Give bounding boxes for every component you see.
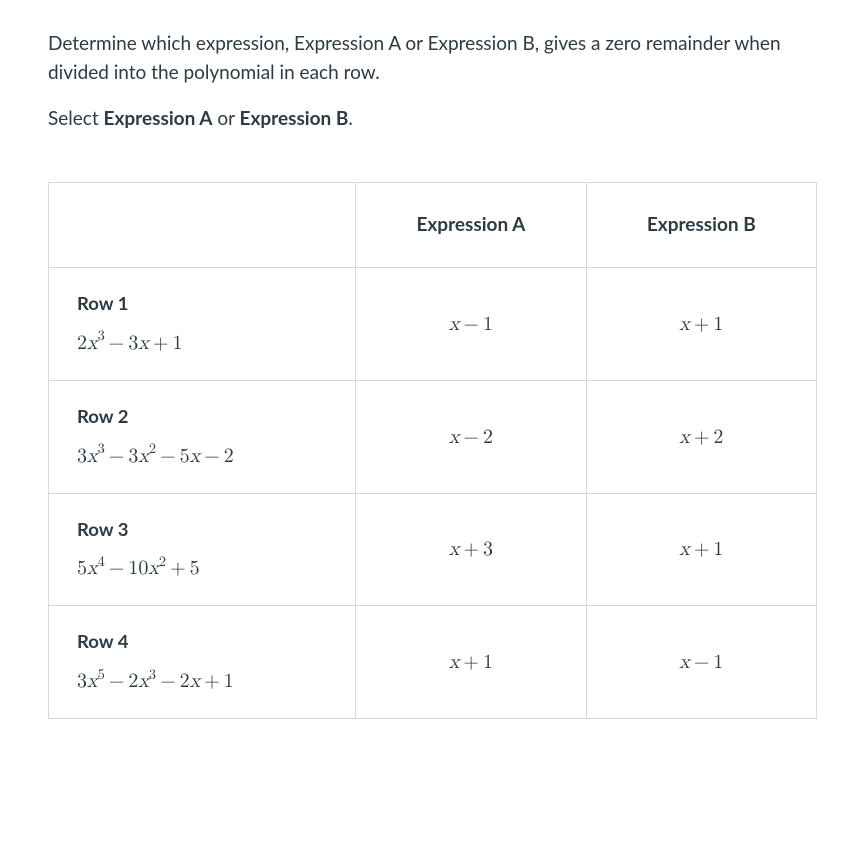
expression-b: x+2 (679, 427, 723, 447)
row-label: Row 3 (77, 516, 327, 544)
expression-b-cell[interactable]: x+1 (586, 493, 816, 606)
row-label-cell: Row 2 3x3−3x2−5x−2 (49, 380, 356, 493)
expression-table: Expression A Expression B Row 1 2x3−3x+1 x… (48, 182, 817, 720)
row-polynomial: 3x5−2x3−2x+1 (77, 666, 327, 696)
expression-a-cell[interactable]: x+1 (356, 606, 586, 719)
expression-a: x−1 (449, 314, 493, 334)
expression-a-cell[interactable]: x+3 (356, 493, 586, 606)
table-row: Row 3 5x4−10x2+5 x+3 x+1 (49, 493, 817, 606)
expression-b: x−1 (679, 652, 723, 672)
expression-a-cell[interactable]: x−2 (356, 380, 586, 493)
expression-b-cell[interactable]: x+1 (586, 268, 816, 381)
header-expression-a: Expression A (356, 182, 586, 268)
table-row: Row 1 2x3−3x+1 x−1 x+1 (49, 268, 817, 381)
header-blank (49, 182, 356, 268)
select-mid: or (212, 107, 239, 130)
header-expression-b: Expression B (586, 182, 816, 268)
expression-b: x+1 (679, 539, 723, 559)
row-label: Row 2 (77, 403, 327, 431)
expression-a: x+3 (449, 539, 493, 559)
row-polynomial: 3x3−3x2−5x−2 (77, 441, 327, 471)
select-option-a: Expression A (104, 107, 213, 130)
table-row: Row 2 3x3−3x2−5x−2 x−2 x+2 (49, 380, 817, 493)
row-polynomial: 5x4−10x2+5 (77, 553, 327, 583)
row-polynomial: 2x3−3x+1 (77, 328, 327, 358)
expression-b-cell[interactable]: x−1 (586, 606, 816, 719)
row-label-cell: Row 1 2x3−3x+1 (49, 268, 356, 381)
row-label: Row 4 (77, 628, 327, 656)
question-intro: Determine which expression, Expression A… (48, 30, 817, 87)
table-body: Row 1 2x3−3x+1 x−1 x+1 Row 2 3x3−3x2−5x−2 x−2 x… (49, 268, 817, 719)
select-suffix: . (348, 107, 352, 130)
expression-b: x+1 (679, 314, 723, 334)
select-option-b: Expression B (240, 107, 349, 130)
row-label-cell: Row 3 5x4−10x2+5 (49, 493, 356, 606)
row-label-cell: Row 4 3x5−2x3−2x+1 (49, 606, 356, 719)
expression-a-cell[interactable]: x−1 (356, 268, 586, 381)
select-instruction: Select Expression A or Expression B. (48, 105, 817, 134)
expression-b-cell[interactable]: x+2 (586, 380, 816, 493)
expression-a: x−2 (449, 427, 493, 447)
select-prefix: Select (48, 107, 104, 130)
expression-a: x+1 (449, 652, 493, 672)
table-row: Row 4 3x5−2x3−2x+1 x+1 x−1 (49, 606, 817, 719)
row-label: Row 1 (77, 290, 327, 318)
